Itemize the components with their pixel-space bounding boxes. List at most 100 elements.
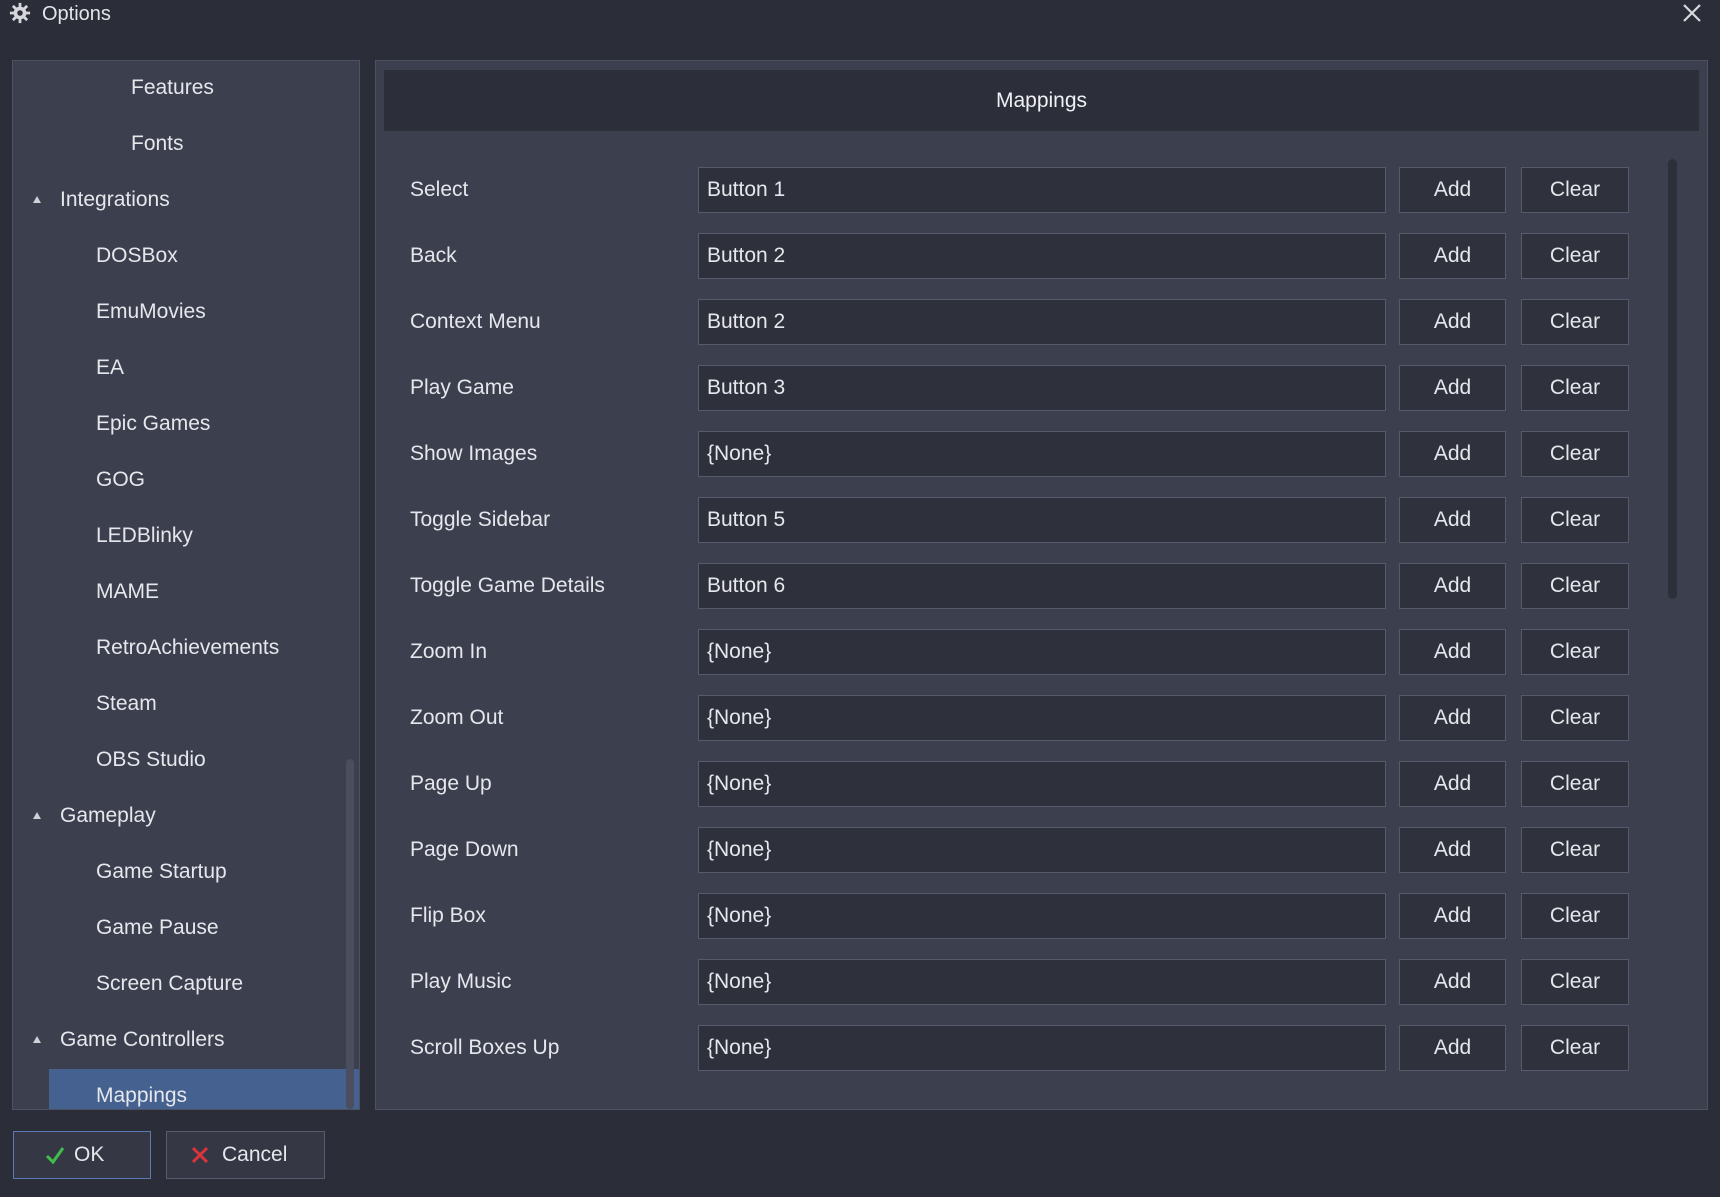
- add-button[interactable]: Add: [1399, 959, 1506, 1005]
- add-button[interactable]: Add: [1399, 695, 1506, 741]
- nav-item[interactable]: MAME: [13, 565, 159, 619]
- mapping-value-field[interactable]: {None}: [698, 827, 1386, 873]
- add-button[interactable]: Add: [1399, 497, 1506, 543]
- nav-item-label: Features: [131, 76, 214, 99]
- mapping-value-field[interactable]: Button 6: [698, 563, 1386, 609]
- mapping-label: Play Game: [410, 376, 514, 399]
- nav-item[interactable]: LEDBlinky: [13, 509, 193, 563]
- mapping-value-field[interactable]: Button 2: [698, 233, 1386, 279]
- mapping-label: Flip Box: [410, 904, 486, 927]
- mapping-row: Play Music {None} Add Clear: [376, 959, 1709, 1005]
- nav-item-label: Epic Games: [96, 412, 211, 435]
- nav-item[interactable]: RetroAchievements: [13, 621, 279, 675]
- nav-item-label: Integrations: [60, 188, 170, 211]
- nav-item[interactable]: EmuMovies: [13, 285, 206, 339]
- clear-button[interactable]: Clear: [1521, 299, 1629, 345]
- nav-item[interactable]: Gameplay: [13, 789, 156, 843]
- mapping-label: Toggle Sidebar: [410, 508, 551, 531]
- mappings-panel: Mappings Select Button 1 Add Clear Back Butto…: [375, 60, 1708, 1110]
- expand-caret-icon[interactable]: [33, 812, 41, 819]
- add-button[interactable]: Add: [1399, 893, 1506, 939]
- mapping-row: Zoom In {None} Add Clear: [376, 629, 1709, 675]
- close-button[interactable]: [1676, 0, 1708, 28]
- nav-item[interactable]: Integrations: [13, 173, 170, 227]
- mapping-value-field[interactable]: Button 5: [698, 497, 1386, 543]
- mapping-label: Toggle Game Details: [410, 574, 605, 597]
- nav-item[interactable]: DOSBox: [13, 229, 178, 283]
- add-button[interactable]: Add: [1399, 365, 1506, 411]
- add-button[interactable]: Add: [1399, 1025, 1506, 1071]
- ok-label: OK: [74, 1143, 105, 1166]
- clear-button[interactable]: Clear: [1521, 761, 1629, 807]
- clear-button[interactable]: Clear: [1521, 431, 1629, 477]
- nav-item[interactable]: Features: [13, 61, 214, 115]
- clear-button[interactable]: Clear: [1521, 893, 1629, 939]
- mapping-label: Page Up: [410, 772, 492, 795]
- clear-button[interactable]: Clear: [1521, 695, 1629, 741]
- nav-item-label: Game Startup: [96, 860, 227, 883]
- nav-item[interactable]: GOG: [13, 453, 145, 507]
- mapping-value-field[interactable]: {None}: [698, 629, 1386, 675]
- add-button[interactable]: Add: [1399, 299, 1506, 345]
- mapping-value-field[interactable]: Button 3: [698, 365, 1386, 411]
- gear-icon: [9, 2, 31, 24]
- ok-button[interactable]: OK: [13, 1131, 151, 1179]
- clear-button[interactable]: Clear: [1521, 497, 1629, 543]
- mapping-value-field[interactable]: {None}: [698, 959, 1386, 1005]
- add-button[interactable]: Add: [1399, 167, 1506, 213]
- mapping-label: Page Down: [410, 838, 519, 861]
- nav-item[interactable]: Steam: [13, 677, 157, 731]
- mapping-value-field[interactable]: {None}: [698, 1025, 1386, 1071]
- nav-item[interactable]: OBS Studio: [13, 733, 206, 787]
- clear-button[interactable]: Clear: [1521, 959, 1629, 1005]
- nav-item-label: Steam: [96, 692, 157, 715]
- nav-item[interactable]: Screen Capture: [13, 957, 243, 1011]
- mapping-value-field[interactable]: {None}: [698, 431, 1386, 477]
- mapping-value-field[interactable]: {None}: [698, 893, 1386, 939]
- add-button[interactable]: Add: [1399, 431, 1506, 477]
- mapping-row: Show Images {None} Add Clear: [376, 431, 1709, 477]
- mapping-row: Toggle Sidebar Button 5 Add Clear: [376, 497, 1709, 543]
- nav-item[interactable]: Mappings: [49, 1069, 359, 1109]
- mapping-row: Context Menu Button 2 Add Clear: [376, 299, 1709, 345]
- nav-item[interactable]: EA: [13, 341, 124, 395]
- nav-item[interactable]: Game Pause: [13, 901, 219, 955]
- nav-item[interactable]: Game Startup: [13, 845, 227, 899]
- mapping-label: Select: [410, 178, 469, 201]
- cancel-button[interactable]: Cancel: [166, 1131, 325, 1179]
- nav-item[interactable]: Fonts: [13, 117, 184, 171]
- add-button[interactable]: Add: [1399, 563, 1506, 609]
- nav-item-label: EmuMovies: [96, 300, 206, 323]
- nav-scrollbar-thumb[interactable]: [346, 759, 354, 1109]
- expand-caret-icon[interactable]: [33, 196, 41, 203]
- clear-button[interactable]: Clear: [1521, 365, 1629, 411]
- mapping-value-field[interactable]: {None}: [698, 761, 1386, 807]
- clear-button[interactable]: Clear: [1521, 827, 1629, 873]
- clear-button[interactable]: Clear: [1521, 629, 1629, 675]
- nav-item-label: Game Pause: [96, 916, 219, 939]
- nav-item[interactable]: Epic Games: [13, 397, 210, 451]
- options-nav-tree: Features Fonts Integrations DOSBox EmuMovies…: [12, 60, 360, 1110]
- clear-button[interactable]: Clear: [1521, 233, 1629, 279]
- mapping-label: Scroll Boxes Up: [410, 1036, 560, 1059]
- content-scrollbar-thumb[interactable]: [1668, 159, 1677, 599]
- nav-item-label: Screen Capture: [96, 972, 244, 995]
- nav-item-label: GOG: [96, 468, 146, 491]
- clear-button[interactable]: Clear: [1521, 1025, 1629, 1071]
- add-button[interactable]: Add: [1399, 629, 1506, 675]
- mapping-value-field[interactable]: Button 2: [698, 299, 1386, 345]
- clear-button[interactable]: Clear: [1521, 563, 1629, 609]
- mapping-value-field[interactable]: Button 1: [698, 167, 1386, 213]
- add-button[interactable]: Add: [1399, 827, 1506, 873]
- mapping-label: Show Images: [410, 442, 538, 465]
- expand-caret-icon[interactable]: [33, 1036, 41, 1043]
- mapping-label: Zoom Out: [410, 706, 504, 729]
- nav-item[interactable]: Game Controllers: [13, 1013, 225, 1067]
- add-button[interactable]: Add: [1399, 233, 1506, 279]
- checkmark-icon: [45, 1147, 65, 1165]
- mapping-row: Flip Box {None} Add Clear: [376, 893, 1709, 939]
- add-button[interactable]: Add: [1399, 761, 1506, 807]
- clear-button[interactable]: Clear: [1521, 167, 1629, 213]
- mapping-value-field[interactable]: {None}: [698, 695, 1386, 741]
- mapping-label: Context Menu: [410, 310, 541, 333]
